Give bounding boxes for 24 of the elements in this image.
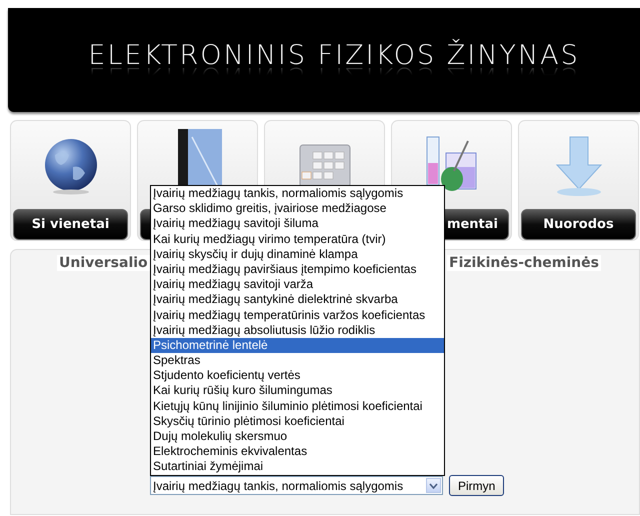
dropdown-option[interactable]: Įvairių medžiagų savitoji varža [151,277,444,292]
dropdown-option[interactable]: Stjudento koeficientų vertės [151,368,444,384]
site-title: ELEKTRONINIS FIZIKOS ŽINYNAS [88,40,580,71]
dropdown-option[interactable]: Įvairių medžiagų temperatūrinis varžos koeficientas [151,308,444,323]
menu-button[interactable]: Si vienetai [13,209,128,240]
dropdown-option[interactable]: Įvairių medžiagų santykinė dielektrinė skvarba [151,292,444,308]
dropdown-option[interactable]: Įvairių medžiagų paviršiaus įtempimo koeficientas [151,262,444,278]
dropdown-option[interactable]: Dujų molekulių skersmuo [151,429,444,444]
dropdown-option[interactable]: Kai kurių rūšių kuro šilumingumas [151,383,444,399]
menu-button[interactable]: Nuorodos [521,209,636,240]
section-heading: Universalio [57,255,150,271]
table-select[interactable]: Įvairių medžiagų tankis, normaliomis sąlygomis [150,476,443,495]
menu-tile[interactable]: Si vienetai [10,120,131,241]
dropdown-option[interactable]: Įvairių skysčių ir dujų dinaminė klampa [151,246,444,262]
dropdown-option[interactable]: Skysčių tūrinio plėtimosi koeficientai [151,414,444,429]
dropdown-option[interactable]: Spektras [151,353,444,368]
dropdown-option[interactable]: Elektrocheminis ekvivalentas [151,444,444,460]
section-heading: Fizikinės-cheminės [447,255,601,271]
menu-tile[interactable]: Nuorodos [518,120,639,241]
dropdown-option[interactable]: Kietųjų kūnų linijinio šiluminio plėtimosi koeficientai [151,398,444,414]
go-button[interactable]: Pirmyn [449,475,504,496]
dropdown-option[interactable]: Psichometrinė lentelė [151,338,444,354]
dropdown-option[interactable]: Sutartiniai žymėjimai [151,459,444,475]
dropdown-option[interactable]: Įvairių medžiagų absoliutusis lūžio rodiklis [151,322,444,338]
